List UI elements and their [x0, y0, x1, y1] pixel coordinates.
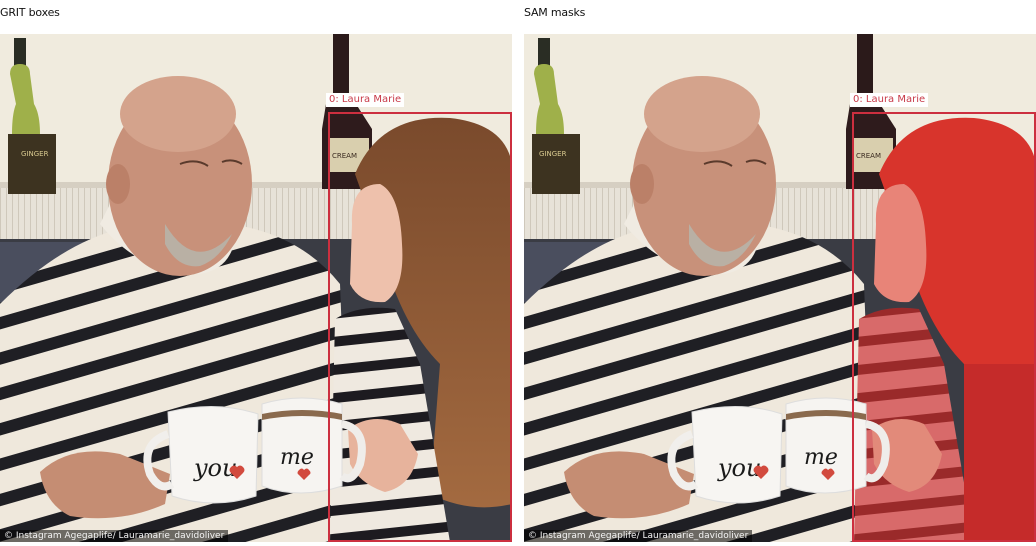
- bottle-left-label: GINGER: [539, 150, 567, 158]
- photo-credit: © Instagram Agegaplife/ Lauramarie_david…: [524, 530, 753, 542]
- detection-box: [328, 112, 512, 542]
- mug-right-text: me: [280, 445, 314, 470]
- detection-box: [852, 112, 1036, 542]
- mug-right-text: me: [804, 445, 838, 470]
- panel-title-sam: SAM masks: [524, 6, 586, 19]
- photo-credit: © Instagram Agegaplife/ Lauramarie_david…: [0, 530, 229, 542]
- detection-label: 0: Laura Marie: [326, 93, 405, 107]
- grit-photo-panel: GINGER CREAM you me 0: Laura Marie © Ins…: [0, 34, 512, 542]
- panel-title-grit: GRIT boxes: [0, 6, 60, 19]
- bottle-left-label: GINGER: [21, 150, 49, 158]
- detection-label: 0: Laura Marie: [850, 93, 929, 107]
- sam-photo-panel: GINGER CREAM you me 0: Laura Marie © Ins…: [524, 34, 1036, 542]
